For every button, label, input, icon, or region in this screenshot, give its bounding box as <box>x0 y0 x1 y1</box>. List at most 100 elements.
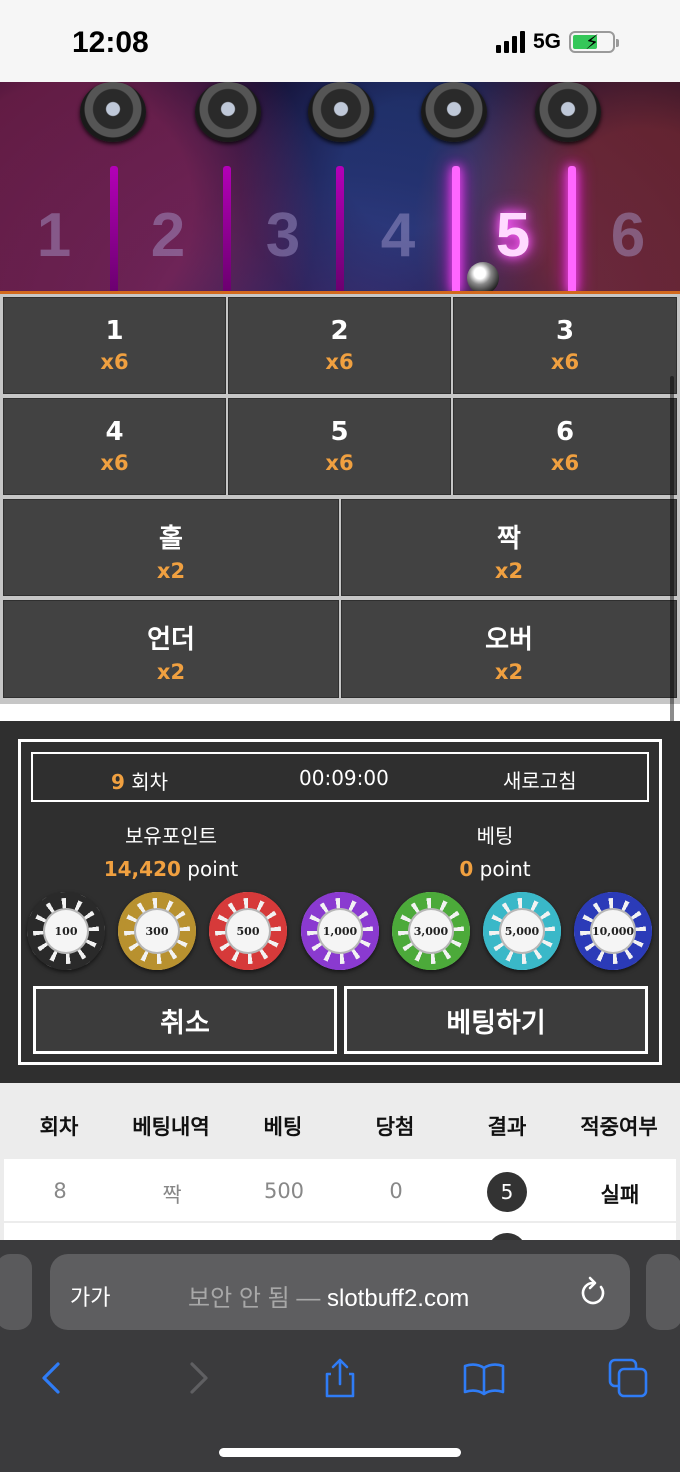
bet-option-6[interactable]: 6 x6 <box>453 398 677 495</box>
home-indicator[interactable] <box>219 1448 461 1457</box>
chip-10000[interactable]: 10,000 <box>574 892 652 970</box>
bet-panel-frame: 9 회차 00:09:00 새로고침 보유포인트 14,420 point 베팅… <box>18 739 662 1065</box>
slot-divider <box>452 166 460 291</box>
table-header: 적중여부 <box>580 1115 658 1139</box>
table-header: 베팅 <box>263 1115 303 1139</box>
bet-option-multiplier: x2 <box>494 559 524 583</box>
row-result: 5 <box>487 1172 527 1212</box>
chip-value: 5,000 <box>499 908 545 954</box>
bet-option-multiplier: x6 <box>550 451 580 475</box>
points-info: 보유포인트 14,420 point <box>21 820 321 881</box>
chip-value: 300 <box>134 908 180 954</box>
bet-option-label: 5 <box>330 417 349 447</box>
bet-panel: 9 회차 00:09:00 새로고침 보유포인트 14,420 point 베팅… <box>0 721 680 1083</box>
bet-option-multiplier: x2 <box>156 559 186 583</box>
table-header: 결과 <box>487 1115 527 1139</box>
bet-option-5[interactable]: 5 x6 <box>228 398 451 495</box>
ball-icon <box>467 262 499 291</box>
slot-number: 1 <box>36 201 72 270</box>
bet-option-multiplier: x6 <box>550 350 580 374</box>
bet-grid: 1 x6 2 x6 3 x6 4 x6 5 x6 6 x6 홀 x2 짝 x2 … <box>0 294 680 704</box>
bet-option-2[interactable]: 2 x6 <box>228 297 451 394</box>
chip-value: 1,000 <box>317 908 363 954</box>
round-suffix: 회차 <box>124 770 169 794</box>
chip-300[interactable]: 300 <box>118 892 196 970</box>
bet-option-label: 홀 <box>159 524 183 554</box>
cancel-button[interactable]: 취소 <box>33 986 337 1054</box>
chip-100[interactable]: 100 <box>27 892 105 970</box>
share-icon[interactable] <box>318 1356 362 1400</box>
bet-option-4[interactable]: 4 x6 <box>3 398 226 495</box>
chip-value: 3,000 <box>408 908 454 954</box>
bet-option-3[interactable]: 3 x6 <box>453 297 677 394</box>
reload-icon[interactable] <box>578 1274 608 1308</box>
next-tab[interactable] <box>646 1254 680 1330</box>
round-info: 9 회차 <box>111 766 168 795</box>
bet-option-label: 언더 <box>147 625 195 655</box>
bet-history-table: 회차 베팅내역 베팅 당첨 결과 적중여부 8 짝 500 0 5 실패 <box>0 1083 680 1273</box>
round-bar: 9 회차 00:09:00 새로고침 <box>31 752 649 802</box>
bookmarks-icon[interactable] <box>462 1356 506 1400</box>
bet-option-under[interactable]: 언더 x2 <box>3 600 339 698</box>
bet-label: 베팅 <box>476 824 514 848</box>
slot-number: 4 <box>380 201 416 270</box>
url-text: 보안 안 됨 — slotbuff2.com <box>188 1278 469 1313</box>
status-bar: 12:08 5G ⚡ <box>0 0 680 82</box>
place-bet-button[interactable]: 베팅하기 <box>344 986 648 1054</box>
bet-value: 0 <box>459 857 474 881</box>
status-indicators: 5G ⚡ <box>496 30 620 54</box>
chip-3000[interactable]: 3,000 <box>392 892 470 970</box>
chip-1000[interactable]: 1,000 <box>301 892 379 970</box>
slot-number-active: 5 <box>495 201 531 270</box>
chip-5000[interactable]: 5,000 <box>483 892 561 970</box>
browser-toolbar: 가가 보안 안 됨 — slotbuff2.com <box>0 1240 680 1472</box>
bet-unit: point <box>473 857 531 881</box>
chip-500[interactable]: 500 <box>209 892 287 970</box>
bet-option-odd[interactable]: 홀 x2 <box>3 499 339 596</box>
tabs-icon[interactable] <box>606 1356 650 1400</box>
bet-option-label: 2 <box>330 316 349 346</box>
bet-option-multiplier: x6 <box>100 451 129 475</box>
bet-option-1[interactable]: 1 x6 <box>3 297 226 394</box>
game-board: 1 2 3 4 5 6 <box>0 82 680 294</box>
slot-divider <box>223 166 231 291</box>
bet-option-label: 오버 <box>485 625 533 655</box>
bet-option-even[interactable]: 짝 x2 <box>341 499 677 596</box>
table-header: 회차 <box>39 1115 79 1139</box>
domain: slotbuff2.com <box>327 1285 470 1312</box>
pin-icon <box>80 82 146 142</box>
previous-tab[interactable] <box>0 1254 32 1330</box>
table-header: 당첨 <box>375 1115 415 1139</box>
scrollbar[interactable] <box>670 376 674 734</box>
back-icon[interactable] <box>30 1356 74 1400</box>
text-size-button[interactable]: 가가 <box>70 1280 110 1312</box>
row-hit: 실패 <box>600 1183 640 1207</box>
slot-divider <box>110 166 118 291</box>
bet-option-multiplier: x2 <box>494 660 524 684</box>
forward-icon[interactable] <box>176 1356 220 1400</box>
pin-icon <box>308 82 374 142</box>
battery-icon: ⚡ <box>569 30 620 54</box>
points-label: 보유포인트 <box>125 824 217 848</box>
slot-divider <box>336 166 344 291</box>
bet-option-over[interactable]: 오버 x2 <box>341 600 677 698</box>
bet-option-multiplier: x2 <box>156 660 186 684</box>
bet-option-multiplier: x6 <box>325 350 354 374</box>
table-row: 8 짝 500 0 5 실패 <box>4 1159 676 1221</box>
pin-icon <box>535 82 601 142</box>
points-value: 14,420 <box>103 857 181 881</box>
bet-option-multiplier: x6 <box>325 451 354 475</box>
bet-option-label: 1 <box>105 316 124 346</box>
chip-value: 10,000 <box>590 908 636 954</box>
network-type: 5G <box>533 30 562 53</box>
row-round: 8 <box>53 1179 67 1203</box>
bet-option-label: 4 <box>105 417 124 447</box>
slot-number: 2 <box>150 201 186 270</box>
refresh-button[interactable]: 새로고침 <box>503 765 577 794</box>
address-bar[interactable]: 가가 보안 안 됨 — slotbuff2.com <box>50 1254 630 1330</box>
slot-divider <box>568 166 576 291</box>
chip-value: 500 <box>225 908 271 954</box>
chip-value: 100 <box>43 908 89 954</box>
points-unit: point <box>180 857 239 881</box>
table-header: 베팅내역 <box>132 1115 210 1139</box>
